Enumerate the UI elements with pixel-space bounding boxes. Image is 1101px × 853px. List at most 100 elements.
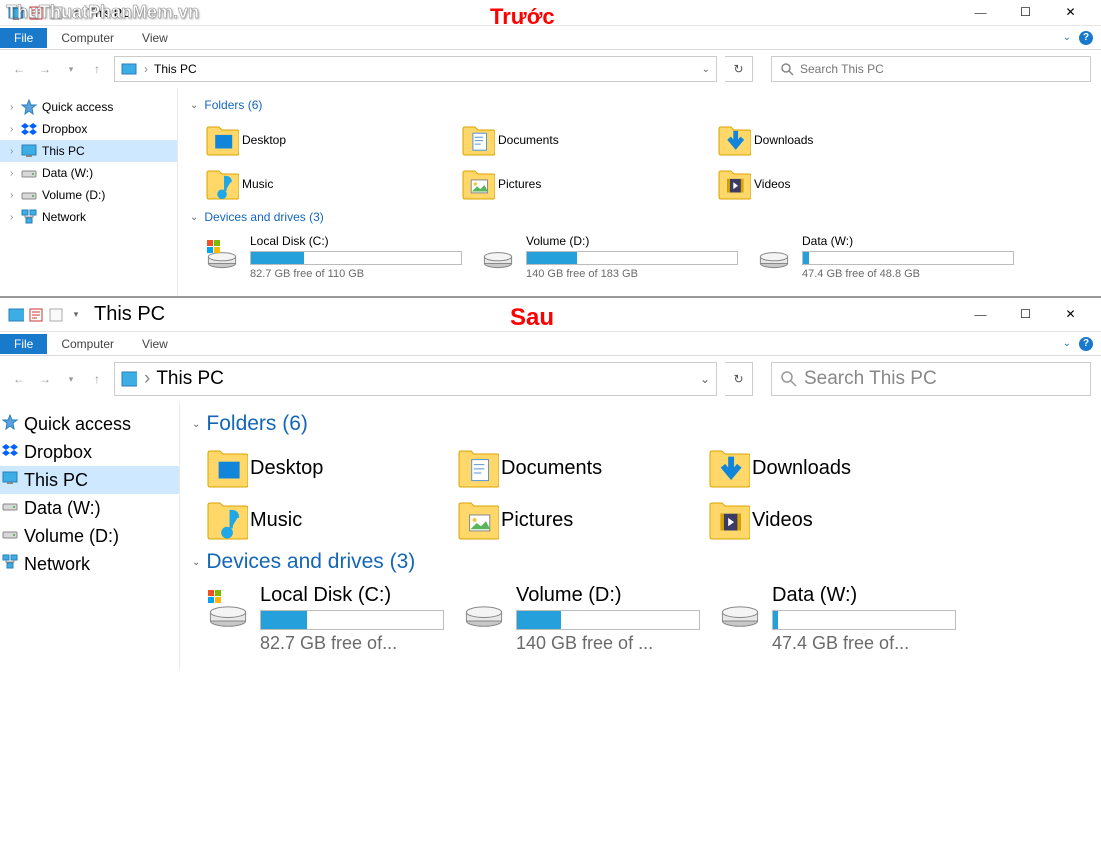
drive-local-disk-c-[interactable]: Local Disk (C:)82.7 GB free of 110 GB	[202, 234, 462, 280]
drive-icon	[754, 234, 794, 272]
folder-desktop[interactable]: Desktop	[204, 446, 439, 490]
drive-usage-bar	[516, 610, 700, 630]
recent-dropdown-icon[interactable]: ▾	[62, 374, 80, 385]
sidebar-item-this-pc[interactable]: ›This PC	[0, 140, 177, 162]
minimize-button[interactable]: —	[958, 302, 1003, 328]
address-bar[interactable]: › This PC ⌄	[114, 56, 717, 82]
address-bar[interactable]: › This PC ⌄	[114, 362, 717, 396]
close-button[interactable]: ✕	[1048, 0, 1093, 26]
address-dropdown-icon[interactable]: ⌄	[700, 372, 710, 386]
drive-usage-bar	[802, 251, 1014, 265]
folder-music[interactable]: Music	[204, 498, 439, 542]
drive-local-disk-c-[interactable]: Local Disk (C:)82.7 GB free of...	[204, 584, 444, 654]
ribbon-chevron-icon[interactable]: ⌄	[1063, 338, 1071, 349]
drive-free-text: 140 GB free of ...	[516, 633, 696, 654]
help-icon[interactable]: ?	[1079, 337, 1093, 351]
dropbox-icon	[2, 442, 20, 462]
back-button[interactable]: ←	[10, 62, 28, 76]
folder-documents[interactable]: Documents	[455, 446, 690, 490]
forward-button[interactable]: →	[36, 372, 54, 386]
recent-dropdown-icon[interactable]: ▾	[62, 64, 80, 75]
sidebar: Quick access DropboxThis PCData (W:) Volum…	[0, 402, 180, 670]
network-icon	[20, 209, 38, 225]
sidebar-label: Volume (D:)	[24, 526, 119, 547]
folders-header[interactable]: ⌄Folders (6)	[192, 412, 1089, 436]
folder-desktop[interactable]: Desktop	[202, 122, 442, 158]
forward-button[interactable]: →	[36, 62, 54, 76]
sidebar-item-data-w-[interactable]: Data (W:)	[0, 494, 179, 522]
qat-dropdown-icon[interactable]: ▾	[68, 307, 84, 323]
drives-header[interactable]: ⌄Devices and drives (3)	[192, 550, 1089, 574]
sidebar-item-dropbox[interactable]: Dropbox	[0, 438, 179, 466]
drive-icon	[20, 165, 38, 181]
drive-label: Local Disk (C:)	[260, 584, 444, 607]
folder-downloads[interactable]: Downloads	[706, 446, 941, 490]
crumb-this-pc[interactable]: This PC	[154, 62, 197, 76]
maximize-button[interactable]: ☐	[1003, 0, 1048, 26]
folder-music[interactable]: Music	[202, 166, 442, 202]
drives-header[interactable]: ⌄Devices and drives (3)	[190, 210, 1089, 224]
address-dropdown-icon[interactable]: ⌄	[702, 64, 710, 75]
drive-volume-d-[interactable]: Volume (D:)140 GB free of ...	[460, 584, 700, 654]
folder-documents[interactable]: Documents	[458, 122, 698, 158]
maximize-button[interactable]: ☐	[1003, 302, 1048, 328]
search-box[interactable]: Search This PC	[771, 56, 1091, 82]
close-button[interactable]: ✕	[1048, 302, 1093, 328]
refresh-button[interactable]: ↻	[725, 362, 753, 396]
folder-pictures[interactable]: Pictures	[455, 498, 690, 542]
folders-header[interactable]: ⌄Folders (6)	[190, 98, 1089, 112]
refresh-button[interactable]: ↻	[725, 56, 753, 82]
folder-downloads[interactable]: Downloads	[714, 122, 954, 158]
drive-free-text: 47.4 GB free of 48.8 GB	[802, 268, 1014, 280]
drive-data-w-[interactable]: Data (W:)47.4 GB free of...	[716, 584, 956, 654]
sidebar-label: Network	[24, 554, 90, 575]
sidebar-item-quick-access[interactable]: ›Quick access	[0, 96, 177, 118]
pictures-folder-icon	[455, 498, 501, 542]
star-icon	[2, 414, 20, 434]
sidebar-item-dropbox[interactable]: ›Dropbox	[0, 118, 177, 140]
sidebar-item-volume-d-[interactable]: ›Volume (D:)	[0, 184, 177, 206]
folder-label: Documents	[498, 133, 559, 147]
desktop-folder-icon	[204, 446, 250, 490]
crumb-this-pc[interactable]: This PC	[156, 368, 224, 390]
twisty-icon: ›	[10, 124, 20, 135]
qat-properties-icon[interactable]	[28, 307, 44, 323]
up-button[interactable]: ↑	[88, 372, 106, 386]
sidebar-item-this-pc[interactable]: This PC	[0, 466, 179, 494]
tab-computer[interactable]: Computer	[47, 334, 128, 354]
sidebar-item-quick-access[interactable]: Quick access	[0, 410, 179, 438]
minimize-button[interactable]: —	[958, 0, 1003, 26]
sidebar-item-data-w-[interactable]: ›Data (W:)	[0, 162, 177, 184]
folder-videos[interactable]: Videos	[714, 166, 954, 202]
folder-label: Pictures	[498, 177, 541, 191]
tab-view[interactable]: View	[128, 334, 182, 354]
folder-label: Documents	[501, 457, 602, 480]
up-button[interactable]: ↑	[88, 62, 106, 76]
content: ⌄Folders (6) Desktop Documents Downloads Mu…	[178, 88, 1101, 296]
file-tab[interactable]: File	[0, 334, 47, 354]
chevron-down-icon: ⌄	[192, 419, 200, 430]
file-tab[interactable]: File	[0, 28, 47, 48]
search-box[interactable]: Search This PC	[771, 362, 1091, 396]
ribbon-chevron-icon[interactable]: ⌄	[1063, 32, 1071, 43]
qat-blank-icon[interactable]	[48, 307, 64, 323]
tab-view[interactable]: View	[128, 28, 182, 48]
videos-folder-icon	[706, 498, 752, 542]
twisty-icon: ›	[10, 146, 20, 157]
sidebar-item-network[interactable]: Network	[0, 550, 179, 578]
sidebar-item-network[interactable]: ›Network	[0, 206, 177, 228]
drive-label: Volume (D:)	[526, 234, 738, 248]
sidebar-label: Quick access	[24, 414, 131, 435]
help-icon[interactable]: ?	[1079, 31, 1093, 45]
back-button[interactable]: ←	[10, 372, 28, 386]
drive-data-w-[interactable]: Data (W:)47.4 GB free of 48.8 GB	[754, 234, 1014, 280]
folder-videos[interactable]: Videos	[706, 498, 941, 542]
pictures-folder-icon	[458, 166, 498, 202]
drive-volume-d-[interactable]: Volume (D:)140 GB free of 183 GB	[478, 234, 738, 280]
folder-pictures[interactable]: Pictures	[458, 166, 698, 202]
app-icon	[8, 307, 24, 323]
sidebar-item-volume-d-[interactable]: Volume (D:)	[0, 522, 179, 550]
tab-computer[interactable]: Computer	[47, 28, 128, 48]
drive-label: Data (W:)	[772, 584, 956, 607]
search-placeholder: Search This PC	[804, 368, 937, 390]
